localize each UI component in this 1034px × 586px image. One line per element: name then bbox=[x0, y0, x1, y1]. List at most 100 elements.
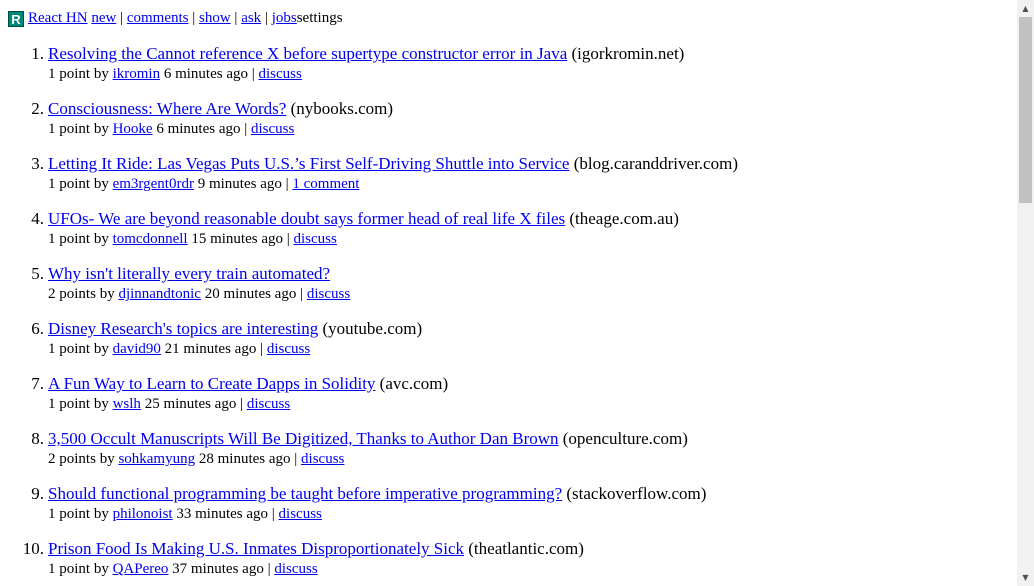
story-discuss-link[interactable]: discuss bbox=[294, 231, 337, 247]
story-discuss-link[interactable]: discuss bbox=[259, 66, 302, 82]
story-title-link[interactable]: A Fun Way to Learn to Create Dapps in So… bbox=[48, 374, 375, 393]
story-discuss-link[interactable]: discuss bbox=[274, 561, 317, 577]
story-rank: 8. bbox=[31, 429, 44, 448]
story-meta: 1 point by david90 21 minutes ago | disc… bbox=[48, 341, 738, 357]
story-title-link[interactable]: Consciousness: Where Are Words? bbox=[48, 99, 286, 118]
scrollbar-thumb[interactable] bbox=[1019, 17, 1032, 203]
meta-separator: | bbox=[294, 451, 298, 467]
triangle-up-icon[interactable]: ▲ bbox=[1017, 0, 1034, 17]
story-title-link[interactable]: Why isn't literally every train automate… bbox=[48, 264, 330, 283]
story-item: 5. Why isn't literally every train autom… bbox=[8, 262, 738, 317]
story-site: (igorkromin.net) bbox=[571, 44, 685, 63]
react-hn-logo-icon[interactable]: R bbox=[8, 11, 24, 27]
story-site: (theage.com.au) bbox=[569, 209, 679, 228]
story-by: by bbox=[99, 286, 115, 302]
story-user-link[interactable]: QAPereo bbox=[113, 561, 169, 577]
nav-ask-link[interactable]: ask bbox=[241, 10, 261, 26]
meta-separator: | bbox=[267, 561, 271, 577]
story-age: 37 minutes ago bbox=[172, 561, 264, 577]
story-user-link[interactable]: ikromin bbox=[113, 66, 161, 82]
meta-separator: | bbox=[300, 286, 304, 302]
story-title-link[interactable]: Disney Research's topics are interesting bbox=[48, 319, 318, 338]
story-discuss-link[interactable]: discuss bbox=[279, 506, 322, 522]
brand-link[interactable]: React HN bbox=[28, 10, 88, 26]
story-user-link[interactable]: sohkamyung bbox=[118, 451, 195, 467]
story-comments-link[interactable]: 1 comment bbox=[292, 176, 359, 192]
triangle-down-icon[interactable]: ▼ bbox=[1017, 569, 1034, 586]
nav-new-link[interactable]: new bbox=[91, 10, 116, 26]
story-discuss-link[interactable]: discuss bbox=[301, 451, 344, 467]
story-site: (openculture.com) bbox=[562, 429, 688, 448]
story-by: by bbox=[93, 341, 109, 357]
story-rank: 9. bbox=[31, 484, 44, 503]
story-title-link[interactable]: 3,500 Occult Manuscripts Will Be Digitiz… bbox=[48, 429, 559, 448]
meta-separator: | bbox=[244, 121, 248, 137]
story-meta: 2 points by djinnandtonic 20 minutes ago… bbox=[48, 286, 738, 302]
story-user-link[interactable]: david90 bbox=[113, 341, 161, 357]
story-title-link[interactable]: Should functional programming be taught … bbox=[48, 484, 562, 503]
story-meta: 2 points by sohkamyung 28 minutes ago | … bbox=[48, 451, 738, 467]
story-discuss-link[interactable]: discuss bbox=[251, 121, 294, 137]
story-user-link[interactable]: wslh bbox=[113, 396, 141, 412]
nav-separator: | bbox=[234, 10, 238, 26]
story-discuss-link[interactable]: discuss bbox=[307, 286, 350, 302]
story-age: 28 minutes ago bbox=[198, 451, 291, 467]
story-title-link[interactable]: Resolving the Cannot reference X before … bbox=[48, 44, 567, 63]
story-meta: 1 point by wslh 25 minutes ago | discuss bbox=[48, 396, 738, 412]
story-user-link[interactable]: philonoist bbox=[113, 506, 173, 522]
meta-separator: | bbox=[271, 506, 275, 522]
nav-show-link[interactable]: show bbox=[199, 10, 231, 26]
story-rank: 6. bbox=[31, 319, 44, 338]
story-by: by bbox=[93, 506, 109, 522]
story-user-link[interactable]: tomcdonnell bbox=[113, 231, 188, 247]
story-points: 2 points bbox=[48, 286, 96, 302]
story-rank: 10. bbox=[22, 539, 44, 558]
story-item: 7. A Fun Way to Learn to Create Dapps in… bbox=[8, 372, 738, 427]
story-item: 2. Consciousness: Where Are Words? (nybo… bbox=[8, 97, 738, 152]
story-item: 6. Disney Research's topics are interest… bbox=[8, 317, 738, 372]
story-user-link[interactable]: djinnandtonic bbox=[118, 286, 201, 302]
story-title-line: Why isn't literally every train automate… bbox=[48, 262, 738, 286]
nav-comments-link[interactable]: comments bbox=[127, 10, 189, 26]
story-meta: 1 point by ikromin 6 minutes ago | discu… bbox=[48, 66, 738, 82]
vertical-scrollbar[interactable]: ▲ ▼ bbox=[1017, 0, 1034, 586]
nav-separator: | bbox=[192, 10, 196, 26]
story-rank: 5. bbox=[31, 264, 44, 283]
story-age: 9 minutes ago bbox=[197, 176, 282, 192]
story-age: 6 minutes ago bbox=[156, 121, 241, 137]
story-list: 1. Resolving the Cannot reference X befo… bbox=[8, 42, 738, 586]
header: R React HN new | comments | show | ask | … bbox=[8, 8, 1008, 28]
story-user-link[interactable]: Hooke bbox=[113, 121, 153, 137]
story-title-link[interactable]: Prison Food Is Making U.S. Inmates Dispr… bbox=[48, 539, 464, 558]
story-points: 1 point bbox=[48, 396, 91, 412]
story-discuss-link[interactable]: discuss bbox=[267, 341, 310, 357]
story-points: 1 point bbox=[48, 561, 91, 577]
meta-separator: | bbox=[285, 176, 289, 192]
story-meta: 1 point by Hooke 6 minutes ago | discuss bbox=[48, 121, 738, 137]
story-discuss-link[interactable]: discuss bbox=[247, 396, 290, 412]
story-rank: 1. bbox=[31, 44, 44, 63]
story-meta: 1 point by philonoist 33 minutes ago | d… bbox=[48, 506, 738, 522]
settings-link[interactable]: settings bbox=[297, 10, 343, 26]
story-title-line: Should functional programming be taught … bbox=[48, 482, 738, 506]
meta-separator: | bbox=[251, 66, 255, 82]
nav-jobs-link[interactable]: jobs bbox=[272, 10, 297, 26]
meta-separator: | bbox=[240, 396, 244, 412]
story-age: 33 minutes ago bbox=[176, 506, 269, 522]
story-meta: 1 point by em3rgent0rdr 9 minutes ago | … bbox=[48, 176, 738, 192]
story-title-link[interactable]: UFOs- We are beyond reasonable doubt say… bbox=[48, 209, 565, 228]
story-title-line: A Fun Way to Learn to Create Dapps in So… bbox=[48, 372, 738, 396]
story-by: by bbox=[93, 231, 109, 247]
story-title-line: 3,500 Occult Manuscripts Will Be Digitiz… bbox=[48, 427, 738, 451]
page: R React HN new | comments | show | ask | … bbox=[0, 0, 1034, 586]
story-rank: 7. bbox=[31, 374, 44, 393]
story-user-link[interactable]: em3rgent0rdr bbox=[113, 176, 194, 192]
story-by: by bbox=[93, 561, 109, 577]
story-site: (youtube.com) bbox=[322, 319, 423, 338]
story-title-line: Prison Food Is Making U.S. Inmates Dispr… bbox=[48, 537, 738, 561]
story-title-link[interactable]: Letting It Ride: Las Vegas Puts U.S.’s F… bbox=[48, 154, 569, 173]
story-points: 1 point bbox=[48, 341, 91, 357]
story-site: (blog.caranddriver.com) bbox=[573, 154, 738, 173]
story-by: by bbox=[93, 176, 109, 192]
story-title-line: UFOs- We are beyond reasonable doubt say… bbox=[48, 207, 738, 231]
